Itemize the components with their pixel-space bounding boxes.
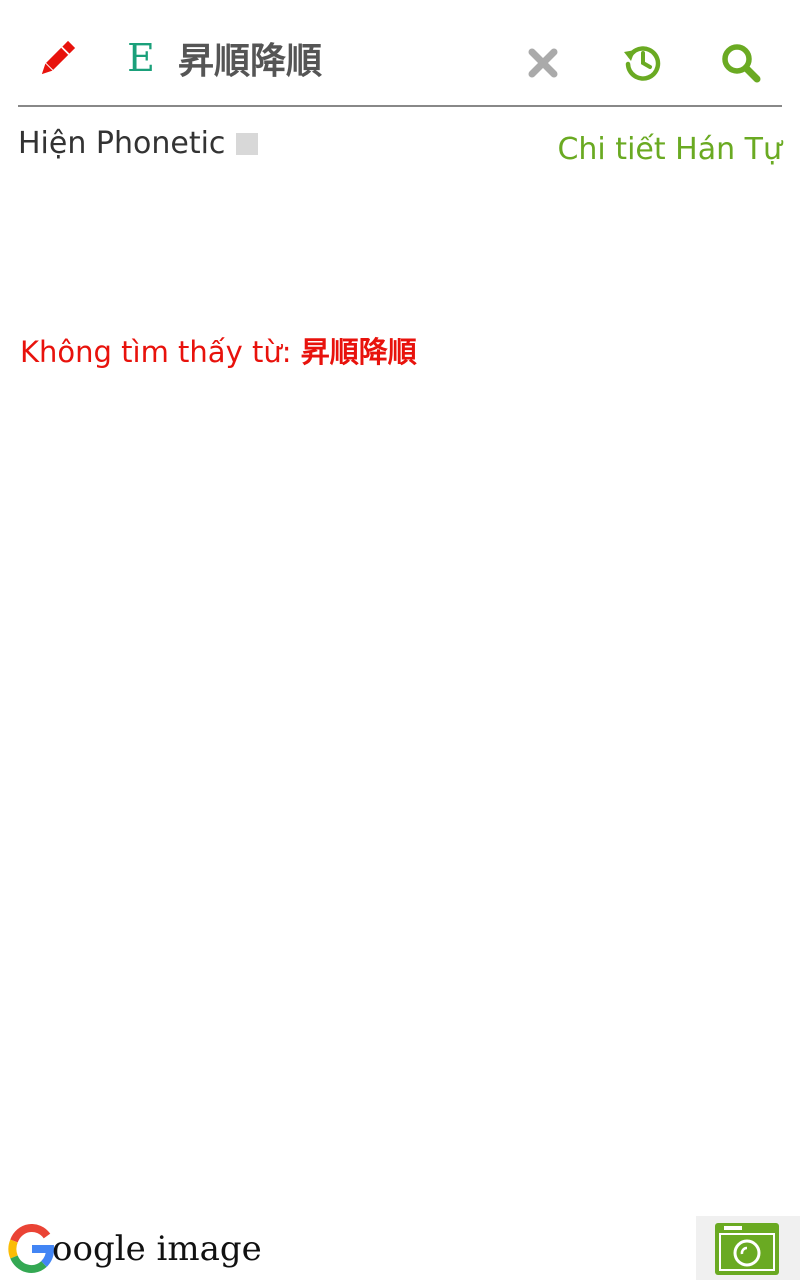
search-toolbar: E <box>0 0 800 108</box>
google-image-label: oogle image <box>52 1229 262 1269</box>
google-g-icon <box>8 1224 54 1273</box>
not-found-query: 昇順降順 <box>300 335 417 369</box>
google-image-button[interactable]: oogle image <box>8 1222 262 1276</box>
toolbar-divider <box>18 105 782 107</box>
phonetic-label: Hiện Phonetic <box>18 126 226 161</box>
pencil-icon[interactable] <box>30 36 82 84</box>
phonetic-checkbox[interactable] <box>236 133 258 155</box>
history-icon[interactable] <box>616 36 668 88</box>
close-icon[interactable] <box>518 38 568 88</box>
hanzi-detail-link[interactable]: Chi tiết Hán Tự <box>557 130 782 170</box>
language-toggle-button[interactable]: E <box>118 34 164 82</box>
search-input[interactable] <box>178 32 508 84</box>
camera-icon <box>715 1223 779 1275</box>
search-icon[interactable] <box>714 36 768 90</box>
not-found-prefix: Không tìm thấy từ: <box>20 335 301 369</box>
camera-button[interactable] <box>696 1216 800 1280</box>
not-found-message: Không tìm thấy từ: 昇順降順 <box>20 332 417 372</box>
